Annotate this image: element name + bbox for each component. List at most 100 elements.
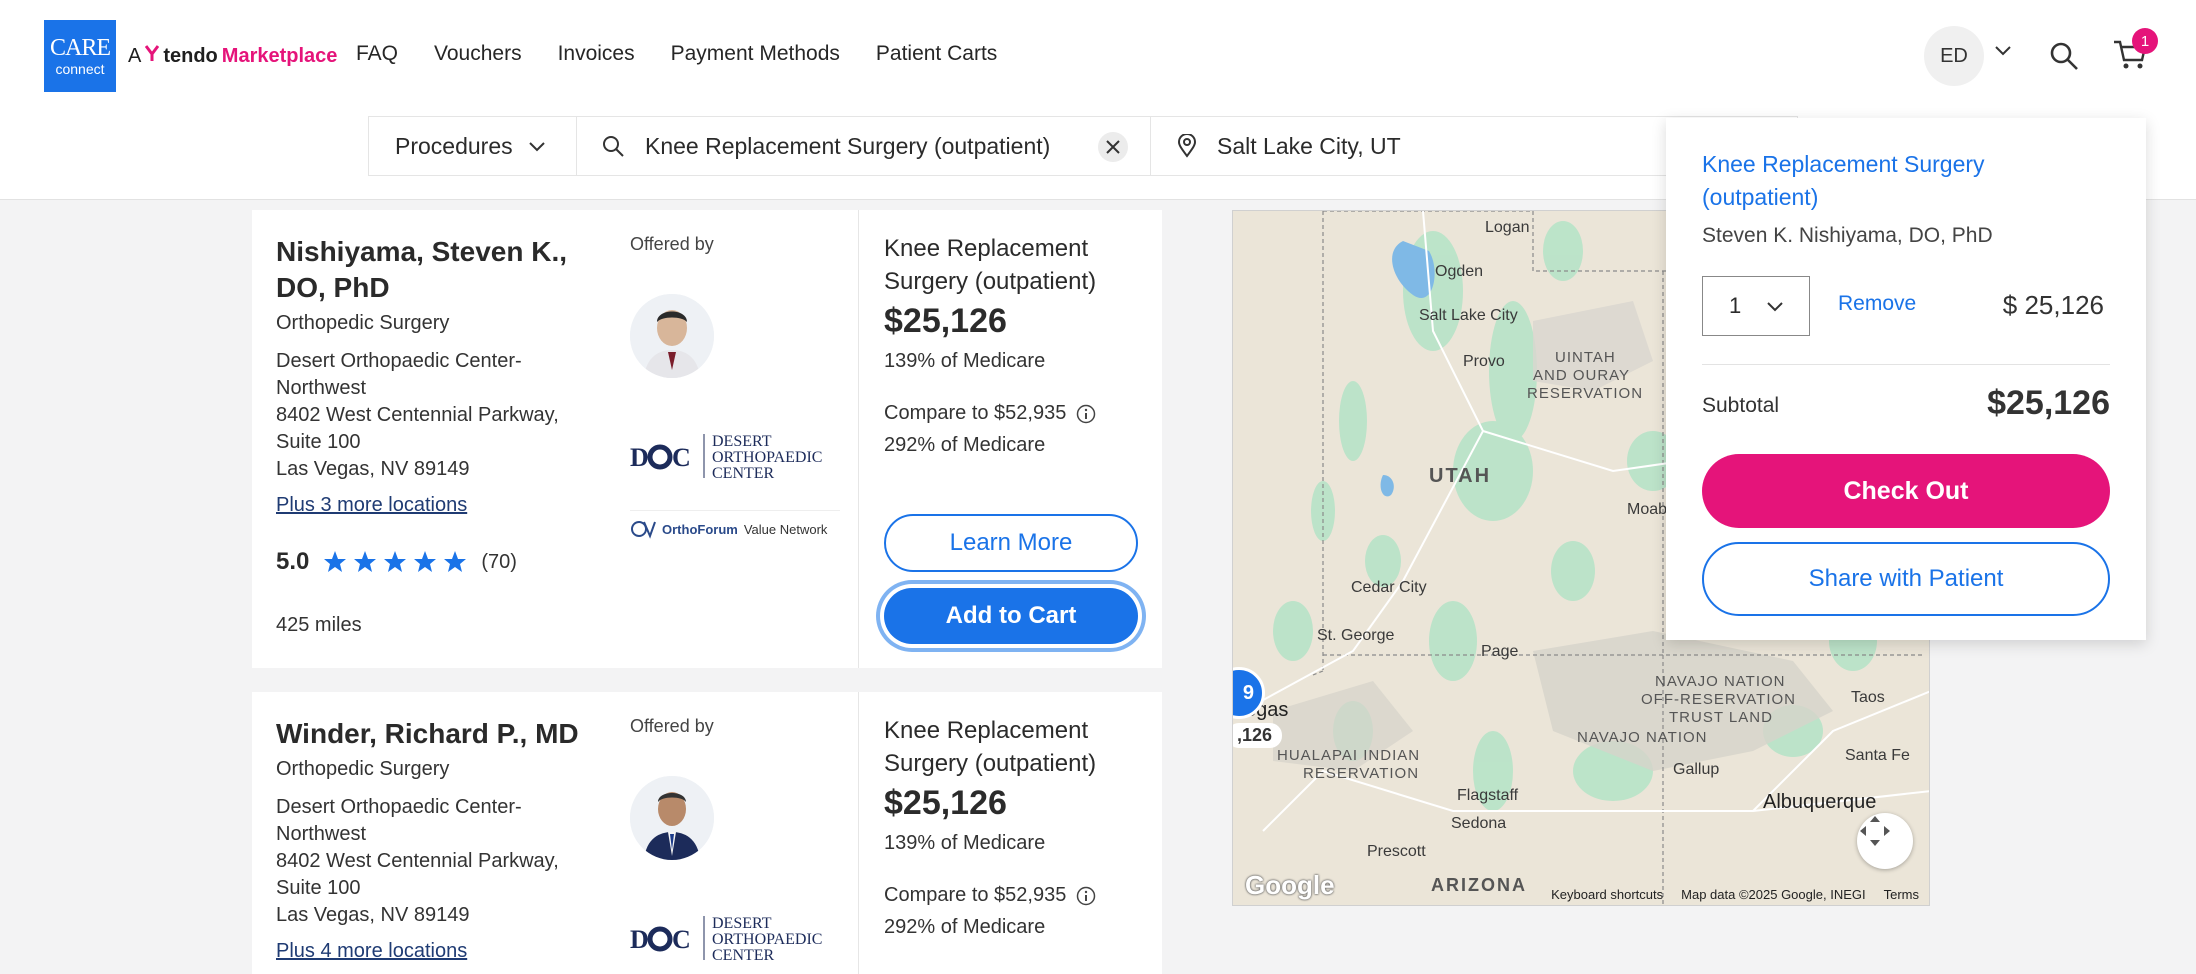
subtotal-value: $25,126 xyxy=(1987,384,2110,422)
brand-tendo: tendo xyxy=(163,44,218,67)
svg-text:CENTER: CENTER xyxy=(712,947,775,964)
provider-card: Nishiyama, Steven K., DO, PhD Orthopedic… xyxy=(252,210,1162,668)
svg-text:CENTER: CENTER xyxy=(712,465,775,482)
network-label: Value Network xyxy=(743,521,828,537)
add-to-cart-button[interactable]: Add to Cart xyxy=(884,588,1138,644)
star-icon xyxy=(444,551,467,572)
compare-value: Compare to $52,935 xyxy=(884,884,1067,906)
svg-text:DESERT: DESERT xyxy=(712,915,772,932)
map-label: UTAH xyxy=(1429,465,1492,487)
map-label: Cedar City xyxy=(1351,579,1427,596)
svg-text:D: D xyxy=(630,925,649,954)
check-out-button[interactable]: Check Out xyxy=(1702,454,2110,528)
provider-rating: 5.0 (70) xyxy=(276,548,517,576)
care-connect-logo[interactable]: CARE connect xyxy=(44,20,116,92)
svg-text:C: C xyxy=(672,443,691,472)
map-label: Gallup xyxy=(1673,761,1720,778)
map-label: TRUST LAND xyxy=(1669,709,1773,726)
compare-price: Compare to $52,935 xyxy=(884,884,1096,907)
remove-item-button[interactable]: Remove xyxy=(1838,292,1916,316)
provider-photo xyxy=(630,294,714,378)
compare-value: Compare to $52,935 xyxy=(884,402,1067,424)
provider-name[interactable]: Nishiyama, Steven K., DO, PhD xyxy=(276,234,596,306)
subtotal-label: Subtotal xyxy=(1702,394,1780,417)
chevron-down-icon[interactable] xyxy=(1992,40,2014,67)
provider-distance: 425 miles xyxy=(276,614,362,636)
map-label: NAVAJO NATION xyxy=(1577,729,1708,746)
tendo-brand-tag: A tendo Marketplace xyxy=(128,44,337,68)
map-price-pin[interactable]: ,126 xyxy=(1233,723,1283,748)
nav-invoices[interactable]: Invoices xyxy=(558,42,635,66)
map-label: Moab xyxy=(1627,501,1668,518)
location-pin-icon xyxy=(1177,134,1197,158)
procedure-name: Knee Replacement Surgery (outpatient) xyxy=(884,235,1097,295)
map-data-credit: Map data ©2025 Google, INEGI xyxy=(1681,886,1866,902)
procedure-query-value: Knee Replacement Surgery (outpatient) xyxy=(645,132,1051,159)
map-label: Provo xyxy=(1463,353,1505,370)
compare-medicare-percent: 292% of Medicare xyxy=(884,916,1046,938)
nav-patient-carts[interactable]: Patient Carts xyxy=(876,42,997,66)
logo-text-connect: connect xyxy=(55,61,105,77)
provider-photo xyxy=(630,776,714,860)
terms-link[interactable]: Terms xyxy=(1884,887,1919,902)
map-pan-control[interactable] xyxy=(1857,813,1913,869)
card-divider xyxy=(858,210,859,668)
more-locations-link[interactable]: Plus 4 more locations xyxy=(276,940,467,963)
search-bar: Procedures Knee Replacement Surgery (out… xyxy=(368,116,1798,176)
provider-specialty: Orthopedic Surgery xyxy=(276,312,450,334)
provider-facility: Desert Orthopaedic Center-Northwest xyxy=(276,796,522,845)
location-value: Salt Lake City, UT xyxy=(1217,132,1401,159)
quantity-value: 1 xyxy=(1729,293,1742,318)
move-arrows-icon xyxy=(1860,816,1890,846)
orthoforum-icon xyxy=(631,521,656,539)
provider-specialty: Orthopedic Surgery xyxy=(276,758,450,780)
map-label: Prescott xyxy=(1367,843,1426,860)
keyboard-shortcuts-link[interactable]: Keyboard shortcuts xyxy=(1551,887,1663,902)
map-label: HUALAPAI INDIAN xyxy=(1277,747,1421,764)
clear-search-button[interactable] xyxy=(1098,132,1128,162)
nav-faq[interactable]: FAQ xyxy=(356,42,398,66)
star-icon xyxy=(324,551,347,572)
chevron-down-icon xyxy=(528,142,545,152)
desert-orthopaedic-logo: D C DESERT ORTHOPAEDIC CENTER xyxy=(630,428,840,484)
review-count[interactable]: (70) xyxy=(481,551,517,574)
share-with-patient-button[interactable]: Share with Patient xyxy=(1702,542,2110,616)
quantity-select[interactable]: 1 xyxy=(1702,276,1810,336)
provider-card: Winder, Richard P., MD Orthopedic Surger… xyxy=(252,692,1162,974)
info-icon[interactable] xyxy=(1076,886,1096,906)
cart-item-title[interactable]: Knee Replacement Surgery (outpatient) xyxy=(1702,148,2062,214)
svg-text:D: D xyxy=(630,443,649,472)
cart-item-doctor: Steven K. Nishiyama, DO, PhD xyxy=(1702,224,1993,247)
compare-price: Compare to $52,935 xyxy=(884,402,1096,425)
search-icon xyxy=(603,136,624,157)
nav-vouchers[interactable]: Vouchers xyxy=(434,42,522,66)
offered-by-label: Offered by xyxy=(630,716,714,736)
cart-dropdown: Knee Replacement Surgery (outpatient) St… xyxy=(1666,118,2146,640)
main-nav: FAQ Vouchers Invoices Payment Methods Pa… xyxy=(356,42,997,66)
nav-payment-methods[interactable]: Payment Methods xyxy=(671,42,840,66)
svg-text:ORTHOPAEDIC: ORTHOPAEDIC xyxy=(712,449,822,466)
tendo-logo-icon xyxy=(145,44,160,68)
user-avatar[interactable]: ED xyxy=(1924,26,1984,86)
category-value: Procedures xyxy=(395,132,513,159)
procedure-search-input[interactable]: Knee Replacement Surgery (outpatient) xyxy=(577,117,1151,175)
info-icon[interactable] xyxy=(1076,404,1096,424)
provider-name[interactable]: Winder, Richard P., MD xyxy=(276,716,636,752)
cart-divider xyxy=(1702,364,2110,365)
svg-text:C: C xyxy=(672,925,691,954)
search-icon[interactable] xyxy=(2048,40,2080,77)
medicare-percent: 139% of Medicare xyxy=(884,832,1046,854)
more-locations-link[interactable]: Plus 3 more locations xyxy=(276,494,467,517)
learn-more-button[interactable]: Learn More xyxy=(884,514,1138,572)
brand-marketplace: Marketplace xyxy=(221,44,338,67)
map-label: OFF-RESERVATION xyxy=(1641,691,1797,708)
map-label: Taos xyxy=(1851,689,1885,706)
map-label: Ogden xyxy=(1435,263,1484,280)
medicare-percent: 139% of Medicare xyxy=(884,350,1046,372)
cart-item-price: $ 25,126 xyxy=(2002,290,2104,320)
desert-orthopaedic-logo: D C DESERT ORTHOPAEDIC CENTER xyxy=(630,910,840,966)
category-select[interactable]: Procedures xyxy=(369,117,577,175)
network-brand: OrthoForum xyxy=(662,521,738,537)
procedure-name: Knee Replacement Surgery (outpatient) xyxy=(884,717,1097,777)
map-label: Page xyxy=(1481,643,1519,660)
